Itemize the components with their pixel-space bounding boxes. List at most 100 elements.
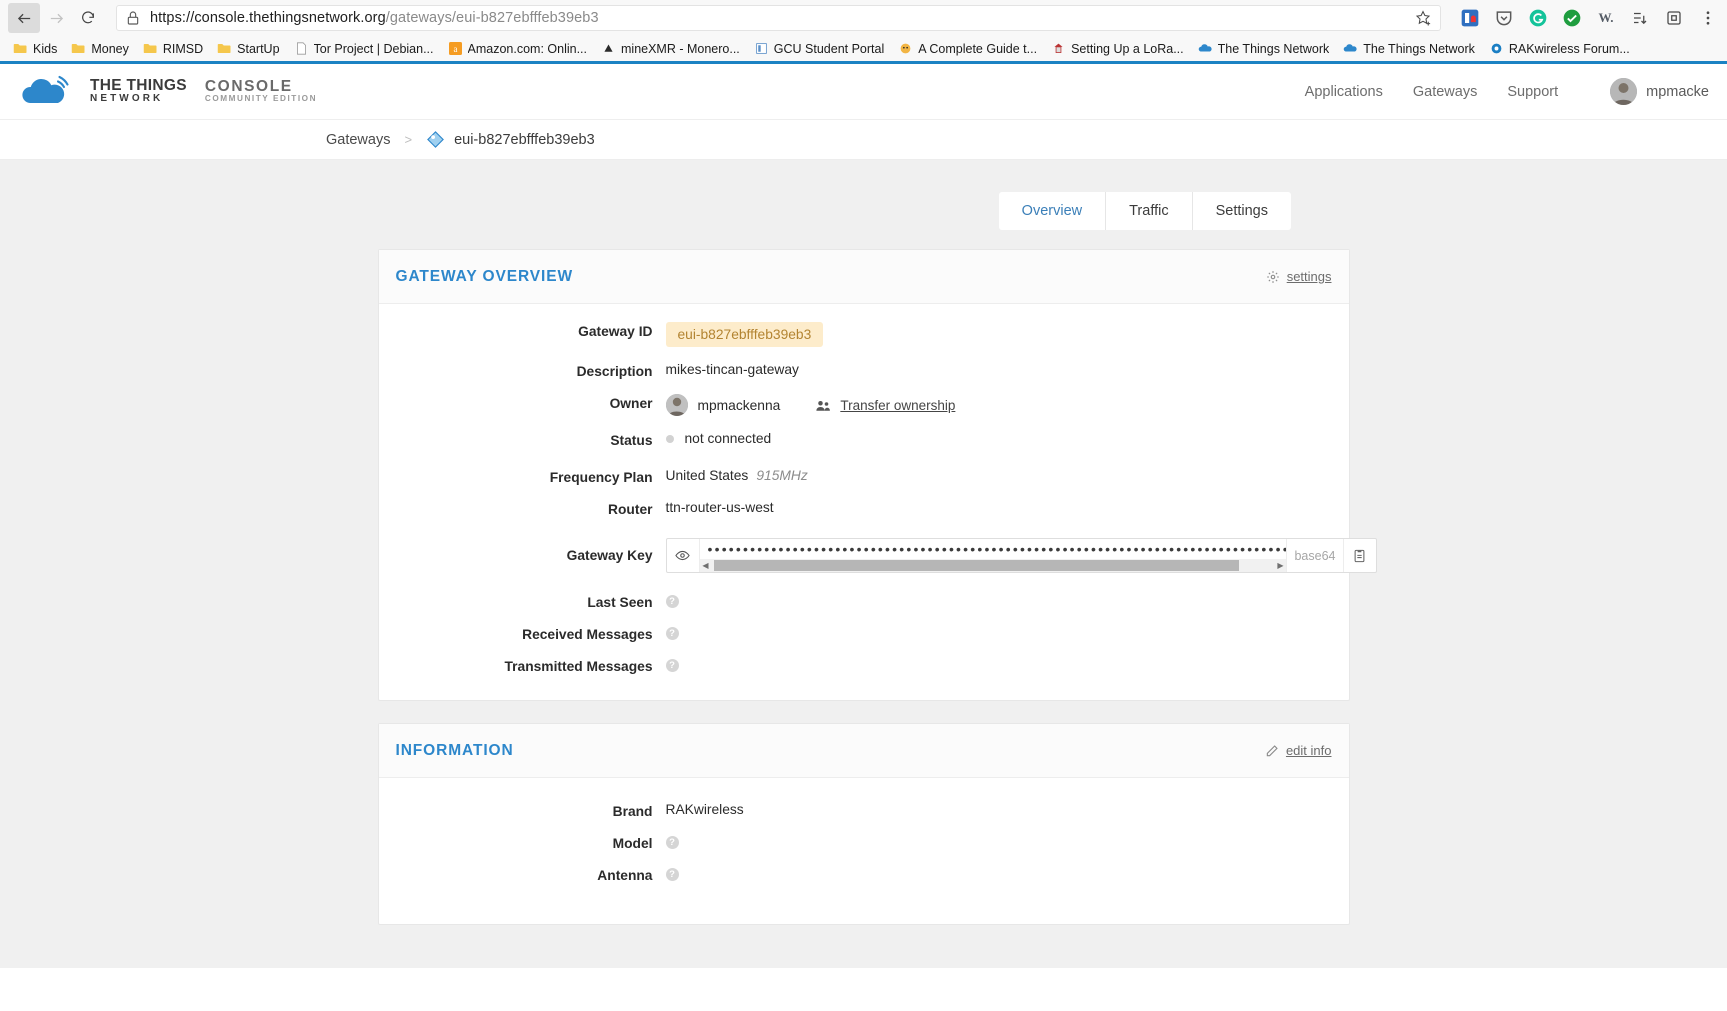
field-model: Model ? <box>379 834 1349 851</box>
ttn-logo[interactable]: THE THINGS NETWORK CONSOLE COMMUNITY EDI… <box>18 75 317 109</box>
header-nav: Applications Gateways Support mpmacke <box>1305 78 1709 105</box>
reload-button[interactable] <box>72 3 104 33</box>
bookmark-gcu-portal[interactable]: GCU Student Portal <box>747 40 891 58</box>
tab-overview[interactable]: Overview <box>998 192 1107 230</box>
tab-settings[interactable]: Settings <box>1192 192 1291 230</box>
page-body: Overview Traffic Settings GATEWAY OVERVI… <box>0 160 1727 968</box>
nav-applications[interactable]: Applications <box>1305 84 1383 100</box>
tab-traffic[interactable]: Traffic <box>1106 192 1193 230</box>
transmitted-messages-value: ? <box>665 659 679 672</box>
breadcrumb-separator: > <box>404 132 413 147</box>
bookmark-kids[interactable]: Kids <box>6 40 64 58</box>
address-bar[interactable]: https://console.thethingsnetwork.org/gat… <box>116 5 1441 31</box>
gateway-id-label: Gateway ID <box>578 324 653 339</box>
lastpass-glyph <box>1461 9 1479 27</box>
brand-line-1: THE THINGS <box>90 77 187 95</box>
grammarly-glyph <box>1529 9 1547 27</box>
fox-favicon <box>900 43 911 54</box>
grammarly-extension-icon[interactable] <box>1527 7 1549 29</box>
bookmark-money[interactable]: Money <box>64 40 136 58</box>
bookmark-label: Setting Up a LoRa... <box>1071 41 1184 56</box>
brand-line-2: NETWORK <box>90 93 164 105</box>
antenna-value: ? <box>665 868 679 881</box>
field-owner: Owner mpmackenna Transfer ownership <box>379 394 1349 416</box>
bookmark-minexmr[interactable]: mineXMR - Monero... <box>594 40 747 58</box>
brand-label: Brand <box>612 804 653 819</box>
bookmark-complete-guide[interactable]: A Complete Guide t... <box>891 40 1044 58</box>
breadcrumb-gateways[interactable]: Gateways <box>326 132 390 148</box>
username-label: mpmacke <box>1646 83 1709 100</box>
ttn-cloud-favicon <box>1343 44 1357 52</box>
favorite-star-icon[interactable] <box>1414 9 1432 27</box>
transfer-ownership-action[interactable]: Transfer ownership <box>816 398 955 413</box>
ttn-cloud-favicon <box>1198 44 1212 52</box>
last-seen-value: ? <box>665 595 679 608</box>
scroll-right-arrow[interactable]: ▶ <box>1274 561 1286 570</box>
ttn-wordmark: THE THINGS NETWORK CONSOLE COMMUNITY EDI… <box>90 77 317 105</box>
url-text: https://console.thethingsnetwork.org/gat… <box>150 10 599 26</box>
bookmark-the-things-network-1[interactable]: The Things Network <box>1191 40 1337 58</box>
gateway-key-value: ••••••••••••••••••••••••••••••••••••••••… <box>707 541 1287 556</box>
edit-info-action[interactable]: edit info <box>1265 743 1332 758</box>
arrow-right-icon <box>50 13 63 23</box>
bookmark-setting-up-lora[interactable]: Setting Up a LoRa... <box>1044 40 1191 58</box>
breadcrumb-current: eui-b827ebfffeb39eb3 <box>454 131 595 148</box>
product-line-1: CONSOLE <box>204 78 293 96</box>
owner-label: Owner <box>609 396 653 411</box>
bookmark-label: Amazon.com: Onlin... <box>467 41 588 56</box>
bookmark-the-things-network-2[interactable]: The Things Network <box>1336 40 1482 58</box>
field-last-seen: Last Seen ? <box>379 593 1349 610</box>
field-gateway-key: Gateway Key ••••••••••••••••••••••••••••… <box>379 538 1377 573</box>
scroll-left-arrow[interactable]: ◀ <box>700 561 712 570</box>
collections-glyph <box>1634 12 1647 25</box>
collections-icon[interactable] <box>1629 7 1651 29</box>
gateway-settings-action[interactable]: settings <box>1266 269 1332 284</box>
settings-link[interactable]: settings <box>1287 269 1332 284</box>
lastpass-extension-icon[interactable] <box>1459 7 1481 29</box>
field-received-messages: Received Messages ? <box>379 625 1349 642</box>
back-button[interactable] <box>8 3 40 33</box>
gateway-key-input-group[interactable]: ••••••••••••••••••••••••••••••••••••••••… <box>665 538 1377 573</box>
user-menu[interactable]: mpmacke <box>1610 78 1709 105</box>
nav-gateways[interactable]: Gateways <box>1413 84 1477 100</box>
bookmark-startup[interactable]: StartUp <box>210 40 286 58</box>
forward-button[interactable] <box>40 3 72 33</box>
more-glyph <box>1706 11 1710 25</box>
gateway-key-field[interactable]: ••••••••••••••••••••••••••••••••••••••••… <box>699 539 1287 572</box>
wikipedia-extension-icon[interactable]: W. <box>1595 7 1617 29</box>
gateway-id-value: eui-b827ebfffeb39eb3 <box>665 322 824 347</box>
edit-info-link[interactable]: edit info <box>1286 743 1332 758</box>
clipboard-copy-icon <box>1354 549 1365 562</box>
minexmr-favicon <box>604 44 613 52</box>
ttn-cloud-logo <box>22 75 69 103</box>
toggle-key-visibility-button[interactable] <box>667 539 700 572</box>
browser-chrome: https://console.thethingsnetwork.org/gat… <box>0 0 1727 64</box>
copy-gateway-key-button[interactable] <box>1342 539 1376 572</box>
browser-extensions-icon[interactable] <box>1663 7 1685 29</box>
received-messages-value: ? <box>665 627 679 640</box>
bookmark-tor-project[interactable]: Tor Project | Debian... <box>287 40 441 58</box>
extension-icons: W. <box>1449 7 1719 29</box>
bookmark-rakwireless-forum[interactable]: RAKwireless Forum... <box>1482 40 1637 58</box>
bookmark-label: StartUp <box>237 41 280 56</box>
transfer-ownership-link[interactable]: Transfer ownership <box>840 398 955 413</box>
amazon-favicon: a <box>448 42 462 55</box>
bookmark-rimsd[interactable]: RIMSD <box>136 40 210 58</box>
bookmark-amazon[interactable]: a Amazon.com: Onlin... <box>441 40 595 58</box>
browser-settings-icon[interactable] <box>1697 7 1719 29</box>
gateway-key-scrollbar[interactable]: ◀ ▶ <box>699 559 1287 572</box>
router-label: Router <box>608 502 653 517</box>
pocket-extension-icon[interactable] <box>1493 7 1515 29</box>
scrollbar-track[interactable] <box>711 560 1275 571</box>
scrollbar-thumb[interactable] <box>713 560 1239 571</box>
folder-icon <box>143 44 157 53</box>
bookmark-label: Kids <box>33 41 58 56</box>
transmitted-messages-label: Transmitted Messages <box>504 659 653 674</box>
browser-toolbar: https://console.thethingsnetwork.org/gat… <box>0 0 1727 36</box>
gear-icon <box>1266 270 1279 283</box>
checkmark-extension-icon[interactable] <box>1561 7 1583 29</box>
bookmark-label: A Complete Guide t... <box>918 41 1038 56</box>
bookmark-label: mineXMR - Monero... <box>621 41 740 56</box>
bookmark-label: GCU Student Portal <box>773 41 885 56</box>
nav-support[interactable]: Support <box>1507 84 1558 100</box>
